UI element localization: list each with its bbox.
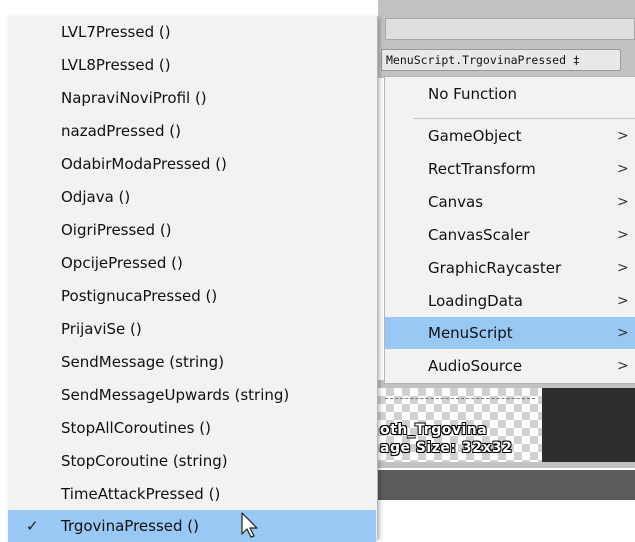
chevron-right-icon: > [617, 358, 629, 374]
menu-item[interactable]: nazadPressed () [8, 115, 376, 147]
sprite-name-text: oth_Trgovina [380, 422, 488, 438]
submenu-item-canvas[interactable]: Canvas > [385, 186, 635, 218]
submenu-item-loadingdata[interactable]: LoadingData > [385, 285, 635, 317]
menu-item[interactable]: StopAllCoroutines () [8, 412, 376, 444]
menu-item-selected[interactable]: ✓ TrgovinaPressed () [8, 510, 376, 542]
menu-item-label: NapraviNoviProfil () [61, 89, 207, 107]
menu-item-label: LVL7Pressed () [61, 23, 171, 41]
menu-item-label: nazadPressed () [61, 122, 181, 140]
menu-item-label: No Function [428, 85, 517, 103]
menu-item-label: LVL8Pressed () [61, 56, 171, 74]
menu-separator [413, 118, 635, 119]
menu-item-label: AudioSource [428, 357, 523, 375]
check-icon: ✓ [26, 517, 39, 535]
chevron-right-icon: > [617, 227, 629, 243]
menu-item-label: SendMessage (string) [61, 353, 225, 371]
menu-item-label: Odjava () [61, 188, 131, 206]
menu-item[interactable]: OigriPressed () [8, 214, 376, 246]
menu-item[interactable]: LVL8Pressed () [8, 49, 376, 81]
chevron-right-icon: > [617, 128, 629, 144]
menu-item[interactable]: LVL7Pressed () [8, 16, 376, 48]
menu-item-label: Canvas [428, 193, 484, 211]
chevron-right-icon: > [617, 325, 629, 341]
menu-item[interactable]: Odjava () [8, 181, 376, 213]
menu-item-label: GraphicRaycaster [428, 259, 562, 277]
inspector-field-strip [385, 18, 635, 40]
submenu-item-canvasscaler[interactable]: CanvasScaler > [385, 219, 635, 251]
menu-item-label: StopCoroutine (string) [61, 452, 228, 470]
menu-item-label: GameObject [428, 127, 522, 145]
menu-item-label: StopAllCoroutines () [61, 419, 211, 437]
chevron-right-icon: > [617, 260, 629, 276]
menu-item[interactable]: SendMessage (string) [8, 346, 376, 378]
menu-item[interactable]: OdabirModaPressed () [8, 148, 376, 180]
method-list-menu: LVL7Pressed () LVL8Pressed () NapraviNov… [8, 16, 378, 542]
menu-item[interactable]: OpcijePressed () [8, 247, 376, 279]
menu-item-label: PostignucaPressed () [61, 287, 218, 305]
menu-item-label: LoadingData [428, 292, 523, 310]
chevron-right-icon: > [617, 161, 629, 177]
menu-item[interactable]: StopCoroutine (string) [8, 445, 376, 477]
sprite-border-guides [385, 398, 535, 399]
no-function-item[interactable]: No Function [385, 78, 635, 110]
sprite-size-text: age Size: 32x32 [380, 440, 513, 456]
submenu-item-recttransform[interactable]: RectTransform > [385, 153, 635, 185]
menu-item[interactable]: PrijaviSe () [8, 313, 376, 345]
menu-item-label: OigriPressed () [61, 221, 172, 239]
submenu-item-audiosource[interactable]: AudioSource > [385, 350, 635, 382]
inspector-footer-bar [378, 470, 635, 500]
submenu-item-gameobject[interactable]: GameObject > [385, 120, 635, 152]
menu-item-label: RectTransform [428, 160, 536, 178]
menu-item-label: OpcijePressed () [61, 254, 183, 272]
submenu-item-graphicraycaster[interactable]: GraphicRaycaster > [385, 252, 635, 284]
function-dropdown-field[interactable]: MenuScript.TrgovinaPressed ‡ [381, 49, 621, 71]
menu-item-label: OdabirModaPressed () [61, 155, 227, 173]
menu-item[interactable]: SendMessageUpwards (string) [8, 379, 376, 411]
chevron-right-icon: > [617, 194, 629, 210]
menu-item-label: PrijaviSe () [61, 320, 142, 338]
menu-item-label: MenuScript [428, 324, 513, 342]
menu-item-label: CanvasScaler [428, 226, 530, 244]
menu-item[interactable]: NapraviNoviProfil () [8, 82, 376, 114]
mouse-cursor-icon [241, 512, 258, 538]
menu-item-label: TrgovinaPressed () [61, 517, 200, 535]
menu-item[interactable]: PostignucaPressed () [8, 280, 376, 312]
menu-item-label: TimeAttackPressed () [61, 485, 221, 503]
menu-item-label: SendMessageUpwards (string) [61, 386, 290, 404]
component-submenu: No Function GameObject > RectTransform >… [384, 76, 635, 384]
menu-item[interactable]: TimeAttackPressed () [8, 478, 376, 510]
sprite-preview-dark-panel [542, 388, 635, 462]
submenu-item-menuscript[interactable]: MenuScript > [385, 317, 635, 349]
chevron-right-icon: > [617, 293, 629, 309]
